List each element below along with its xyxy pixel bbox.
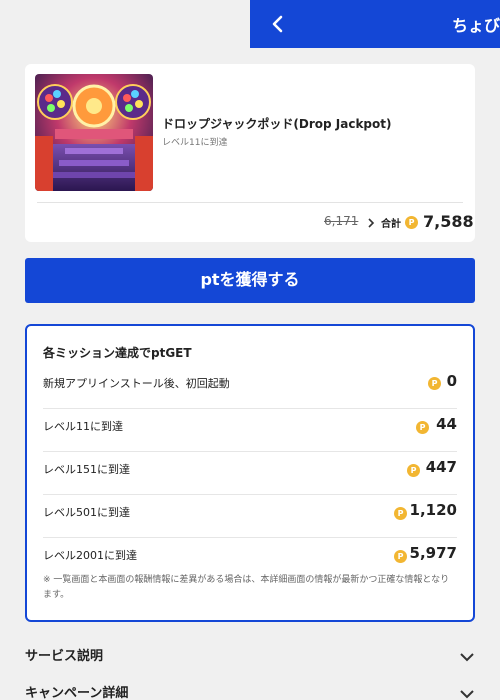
top-bar: ちょび — [250, 0, 500, 48]
game-title: ドロップジャックポッド(Drop Jackpot) — [162, 117, 392, 131]
total-label: 合計 — [381, 219, 401, 230]
mission-row: 新規アプリインストール後、初回起動 P 0 — [43, 366, 457, 409]
coin-icon: P — [428, 377, 441, 390]
accordion-label: サービス説明 — [25, 649, 104, 664]
game-thumbnail[interactable] — [35, 74, 153, 191]
mission-label: レベル2001に到達 — [43, 549, 137, 562]
back-arrow-icon[interactable] — [266, 12, 290, 36]
mission-points: 5,977 — [409, 544, 457, 562]
mission-row: レベル151に到達 P 447 — [43, 452, 457, 495]
mission-row: レベル501に到達 P 1,120 — [43, 495, 457, 538]
mission-points: 1,120 — [409, 501, 457, 519]
accordion-label: キャンペーン詳細 — [25, 686, 129, 700]
mission-label: レベル11に到達 — [43, 420, 123, 433]
mission-points: 447 — [425, 458, 457, 476]
mission-list: 各ミッション達成でptGET 新規アプリインストール後、初回起動 P 0 レベル… — [25, 324, 475, 622]
page-title: ちょび — [452, 16, 500, 35]
mission-heading: 各ミッション達成でptGET — [43, 346, 192, 360]
coin-icon: P — [416, 421, 429, 434]
offer-card: ドロップジャックポッド(Drop Jackpot) レベル11に到達 6,171… — [25, 64, 475, 242]
mission-label: レベル151に到達 — [43, 463, 130, 476]
mission-points: 44 — [436, 415, 457, 433]
mission-label: レベル501に到達 — [43, 506, 130, 519]
accordion-campaign-details[interactable]: キャンペーン詳細 — [25, 680, 475, 700]
total-points: 7,588 — [423, 212, 474, 231]
coin-icon: P — [394, 507, 407, 520]
divider — [37, 202, 463, 203]
coin-icon: P — [394, 550, 407, 563]
game-subtitle: レベル11に到達 — [162, 138, 228, 148]
chevron-down-icon — [460, 653, 474, 662]
chevron-down-icon — [460, 690, 474, 699]
coin-icon: P — [405, 216, 418, 229]
mission-points: 0 — [446, 372, 457, 390]
disclaimer-note: ※ 一覧画面と本画面の報酬情報に差異がある場合は、本詳細画面の情報が最新かつ正確… — [43, 575, 450, 600]
mission-label: 新規アプリインストール後、初回起動 — [43, 377, 230, 390]
get-points-button[interactable]: ptを獲得する — [25, 258, 475, 303]
mission-row: レベル11に到達 P 44 — [43, 409, 457, 452]
chevron-right-icon — [368, 218, 375, 228]
old-points: 6,171 — [324, 214, 359, 228]
accordion-service-description[interactable]: サービス説明 — [25, 643, 475, 667]
coin-icon: P — [407, 464, 420, 477]
